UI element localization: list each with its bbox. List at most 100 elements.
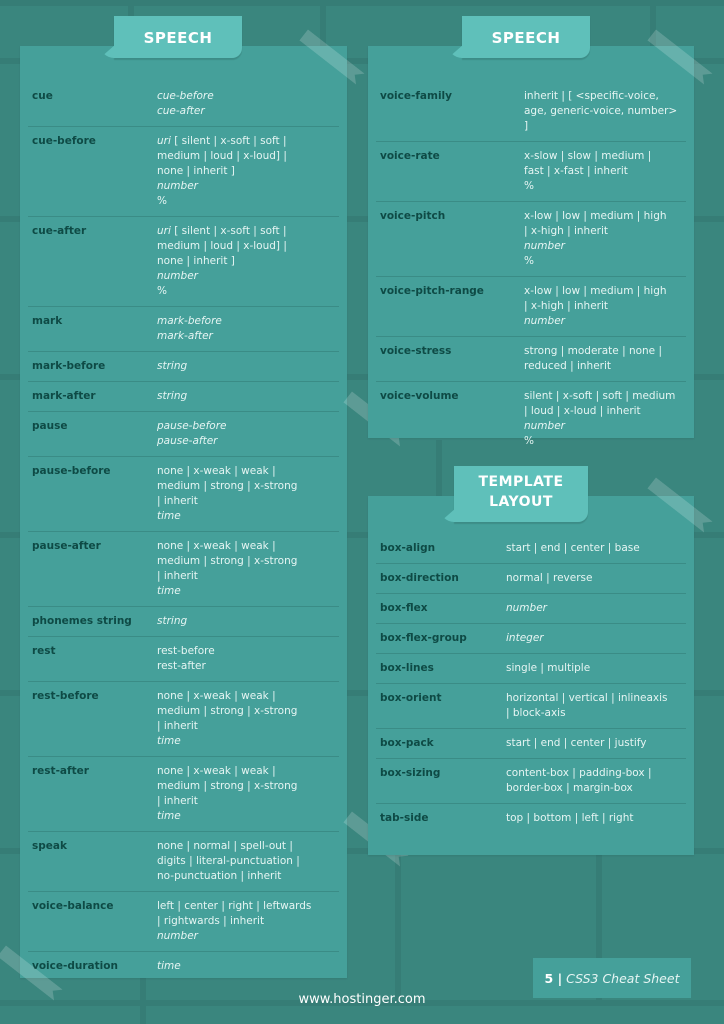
property-values: x-slow | slow | medium | fast | x-fast | …	[524, 149, 651, 194]
property-value-line: medium | strong | x-strong	[157, 705, 298, 717]
property-values: strong | moderate | none | reduced | inhe…	[524, 344, 662, 374]
property-value-line: x-low | low | medium | high	[524, 210, 667, 222]
property-value-line: %	[524, 255, 534, 267]
property-value-line: none | x-weak | weak |	[157, 540, 276, 552]
property-name: voice-stress	[380, 345, 452, 357]
property-row: box-lines single | multiple	[376, 653, 686, 683]
property-name: rest-before	[32, 690, 99, 702]
property-value-line: medium | strong | x-strong	[157, 480, 298, 492]
property-value-line: none | normal | spell-out |	[157, 840, 293, 852]
property-row: voice-pitch-range x-low | low | medium | …	[376, 276, 686, 336]
property-value-line: | inherit	[157, 495, 198, 507]
property-value-line: cue-after	[157, 105, 205, 117]
property-value-line: string	[157, 615, 188, 627]
property-value-line: | x-high | inherit	[524, 225, 609, 237]
property-value-line: single | multiple	[506, 662, 591, 674]
property-value-line: number	[524, 240, 565, 252]
property-table: box-align start | end | center | base box-…	[376, 534, 686, 833]
property-name: pause-after	[32, 540, 101, 552]
property-value-line: border-box | margin-box	[506, 782, 633, 794]
property-values: start | end | center | justify	[506, 736, 646, 751]
property-row: voice-volume silent | x-soft | soft | med…	[376, 381, 686, 456]
property-values: normal | reverse	[506, 571, 592, 586]
property-value-line: time	[157, 810, 181, 822]
property-value-line: time	[157, 585, 181, 597]
property-name: voice-rate	[380, 150, 440, 162]
property-value-line: none | x-weak | weak |	[157, 465, 276, 477]
property-value-line: uri [ silent | x-soft | soft |	[157, 225, 287, 237]
property-value-line: string	[157, 390, 188, 402]
website-link[interactable]: www.hostinger.com	[0, 992, 724, 1007]
property-value-line: number	[524, 315, 565, 327]
property-value-line: %	[524, 180, 534, 192]
property-value-line: | inherit	[157, 720, 198, 732]
property-row: mark mark-before mark-after	[28, 306, 339, 351]
property-name: box-orient	[380, 692, 442, 704]
property-name: voice-volume	[380, 390, 459, 402]
property-name: voice-balance	[32, 900, 114, 912]
property-value-line: none | x-weak | weak |	[157, 690, 276, 702]
property-value-line: | inherit	[157, 570, 198, 582]
property-name: pause	[32, 420, 68, 432]
property-value-line: medium | strong | x-strong	[157, 555, 298, 567]
property-row: pause-before none | x-weak | weak | medium…	[28, 456, 339, 531]
property-value-line: number	[506, 602, 547, 614]
property-value-line: time	[157, 735, 181, 747]
speech-card-left: SPEECH cue cue-before cue-after cue-before u…	[20, 16, 347, 978]
property-row: cue cue-before cue-after	[28, 82, 339, 126]
property-value-line: string	[157, 360, 188, 372]
property-name: box-sizing	[380, 767, 441, 779]
property-value-line: cue-before	[157, 90, 214, 102]
property-value-line: | x-high | inherit	[524, 300, 609, 312]
property-value-line: top | bottom | left | right	[506, 812, 634, 824]
property-row: voice-pitch x-low | low | medium | high | …	[376, 201, 686, 276]
property-value-line: content-box | padding-box |	[506, 767, 652, 779]
property-name: box-pack	[380, 737, 434, 749]
property-value-line: strong | moderate | none |	[524, 345, 663, 357]
property-name: voice-family	[380, 90, 452, 102]
property-row: pause-after none | x-weak | weak | medium …	[28, 531, 339, 606]
property-name: speak	[32, 840, 67, 852]
property-name: box-lines	[380, 662, 434, 674]
property-value-line: left | center | right | leftwards	[157, 900, 312, 912]
property-values: string	[157, 389, 187, 404]
property-values: content-box | padding-box | border-box | …	[506, 766, 652, 796]
property-value-line: | loud | x-loud | inherit	[524, 405, 641, 417]
property-value-line: silent | x-soft | soft | medium	[524, 390, 676, 402]
property-name: pause-before	[32, 465, 111, 477]
property-values: time	[157, 959, 181, 974]
speech-card-right: SPEECH voice-family inherit | [ <specific…	[368, 16, 694, 447]
property-value-line: age, generic-voice, number> ]	[524, 105, 678, 132]
property-value-line: integer	[506, 632, 544, 644]
property-values: none | x-weak | weak | medium | strong | …	[157, 764, 297, 824]
property-values: horizontal | vertical | inlineaxis | bloc…	[506, 691, 668, 721]
property-row: cue-before uri [ silent | x-soft | soft |…	[28, 126, 339, 216]
property-value-line: pause-after	[157, 435, 218, 447]
property-values: uri [ silent | x-soft | soft | medium | l…	[157, 224, 287, 299]
property-value-line: time	[157, 960, 181, 972]
property-values: string	[157, 614, 187, 629]
property-values: start | end | center | base	[506, 541, 640, 556]
property-name: mark-after	[32, 390, 96, 402]
property-value-line: %	[157, 195, 167, 207]
property-row: box-align start | end | center | base	[376, 534, 686, 563]
property-values: none | x-weak | weak | medium | strong | …	[157, 689, 297, 749]
property-name: cue-after	[32, 225, 87, 237]
property-value-line: fast | x-fast | inherit	[524, 165, 628, 177]
property-values: single | multiple	[506, 661, 590, 676]
section-title-line2: LAYOUT	[489, 494, 553, 510]
section-tab-speech: SPEECH	[462, 16, 590, 58]
property-row: pause pause-before pause-after	[28, 411, 339, 456]
property-name: voice-duration	[32, 960, 118, 972]
property-row: tab-side top | bottom | left | right	[376, 803, 686, 833]
property-name: rest-after	[32, 765, 89, 777]
property-values: number	[506, 601, 547, 616]
property-name: cue-before	[32, 135, 96, 147]
document-title: CSS3 Cheat Sheet	[566, 970, 680, 986]
property-row: box-flex-group integer	[376, 623, 686, 653]
property-value-line: x-slow | slow | medium |	[524, 150, 652, 162]
property-name: box-flex	[380, 602, 428, 614]
property-name: box-direction	[380, 572, 459, 584]
property-row: box-direction normal | reverse	[376, 563, 686, 593]
property-value-line: reduced | inherit	[524, 360, 612, 372]
